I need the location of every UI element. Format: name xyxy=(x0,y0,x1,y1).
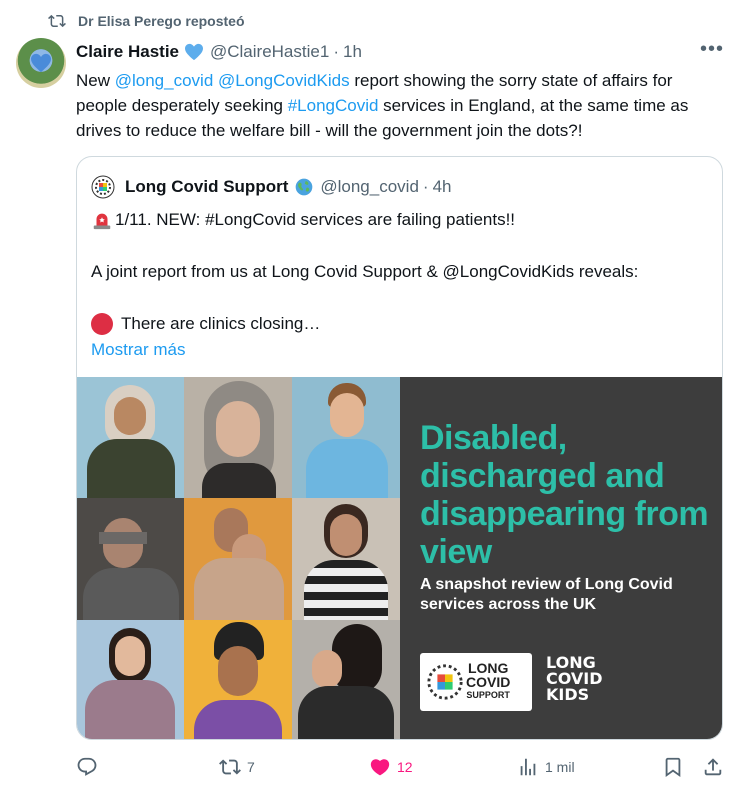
quoted-handle[interactable]: @long_covid xyxy=(320,177,419,197)
report-title: Disabled, discharged and disappearing fr… xyxy=(420,419,709,571)
quoted-media-image[interactable]: Disabled, discharged and disappearing fr… xyxy=(77,377,722,739)
action-bar: 7 12 1 mil xyxy=(76,756,726,784)
avatar[interactable] xyxy=(16,38,66,88)
quoted-author-name[interactable]: Long Covid Support xyxy=(125,177,288,197)
bookmark-button[interactable] xyxy=(662,756,684,778)
logo-text: SUPPORT xyxy=(466,690,510,700)
share-icon xyxy=(704,758,722,776)
photo-3 xyxy=(292,377,400,498)
views-button[interactable]: 1 mil xyxy=(517,756,575,778)
separator: · xyxy=(333,42,339,61)
post-time[interactable]: 1h xyxy=(343,42,362,62)
quoted-line-3: There are clinics closing… xyxy=(91,311,711,337)
author-handle[interactable]: @ClaireHastie1 xyxy=(210,42,329,62)
repost-button[interactable]: 7 xyxy=(219,756,255,778)
repost-count: 7 xyxy=(247,759,255,775)
author-name[interactable]: Claire Hastie xyxy=(76,42,179,62)
quoted-line-3-text: There are clinics closing… xyxy=(121,314,321,333)
more-options-button[interactable]: ••• xyxy=(700,38,724,61)
long-covid-support-logo-icon xyxy=(427,664,463,700)
long-covid-support-logo-text: LONG COVID SUPPORT xyxy=(466,661,510,701)
mention-long-covid-kids[interactable]: @LongCovidKids xyxy=(218,71,350,90)
post-text: New @long_covid @LongCovidKids report sh… xyxy=(76,68,716,143)
repost-icon xyxy=(219,759,241,775)
separator: · xyxy=(422,177,429,196)
logo-text: COVID xyxy=(466,674,511,690)
long-covid-support-logo: LONG COVID SUPPORT xyxy=(420,653,532,711)
report-cover-panel: Disabled, discharged and disappearing fr… xyxy=(400,377,722,739)
photo-4 xyxy=(77,498,184,620)
views-count: 1 mil xyxy=(545,759,575,775)
quoted-text: 1/11. NEW: #LongCovid services are faili… xyxy=(91,207,711,363)
quoted-line-2: A joint report from us at Long Covid Sup… xyxy=(91,262,639,281)
photo-9 xyxy=(292,620,400,739)
views-icon xyxy=(520,758,536,776)
globe-icon xyxy=(296,178,313,196)
long-covid-kids-logo: LONG COVID KIDS xyxy=(546,655,603,703)
photo-grid xyxy=(77,377,400,739)
bookmark-icon xyxy=(665,757,681,778)
logo-text: LONG xyxy=(467,660,509,676)
photo-8 xyxy=(184,620,292,739)
quoted-post[interactable]: Long Covid Support @long_covid · 4h 1/11… xyxy=(76,156,723,740)
photo-1 xyxy=(77,377,184,498)
share-button[interactable] xyxy=(702,756,724,778)
like-count: 12 xyxy=(397,759,413,775)
photo-7 xyxy=(77,620,184,739)
repost-label: Dr Elisa Perego reposteó xyxy=(78,13,245,29)
repost-indicator[interactable]: Dr Elisa Perego reposteó xyxy=(48,12,245,30)
red-circle-icon xyxy=(91,313,113,335)
heart-icon xyxy=(31,53,51,73)
reply-icon xyxy=(77,757,97,776)
photo-2 xyxy=(184,377,292,498)
show-more-link[interactable]: Mostrar más xyxy=(91,337,711,363)
blue-heart-icon xyxy=(185,43,203,61)
report-subtitle: A snapshot review of Long Covid services… xyxy=(420,576,673,613)
siren-icon xyxy=(93,213,111,230)
logo-text: KIDS xyxy=(546,685,590,704)
photo-5 xyxy=(184,498,292,620)
repost-icon xyxy=(48,14,66,28)
quoted-line-1: 1/11. NEW: #LongCovid services are faili… xyxy=(91,207,711,233)
mention-long-covid[interactable]: @long_covid xyxy=(115,71,214,90)
text-segment: New xyxy=(76,71,115,90)
reply-button[interactable] xyxy=(76,756,98,778)
quoted-avatar[interactable] xyxy=(91,175,115,199)
quoted-header: Long Covid Support @long_covid · 4h xyxy=(91,175,452,199)
heart-icon xyxy=(370,759,390,776)
like-button[interactable]: 12 xyxy=(369,756,413,778)
quoted-time: 4h xyxy=(432,177,452,196)
post-header: Claire Hastie @ClaireHastie1 · 1h xyxy=(76,40,732,64)
photo-6 xyxy=(292,498,400,620)
quoted-line-1-text: 1/11. NEW: #LongCovid services are faili… xyxy=(115,210,516,229)
hashtag-longcovid[interactable]: #LongCovid xyxy=(288,96,379,115)
